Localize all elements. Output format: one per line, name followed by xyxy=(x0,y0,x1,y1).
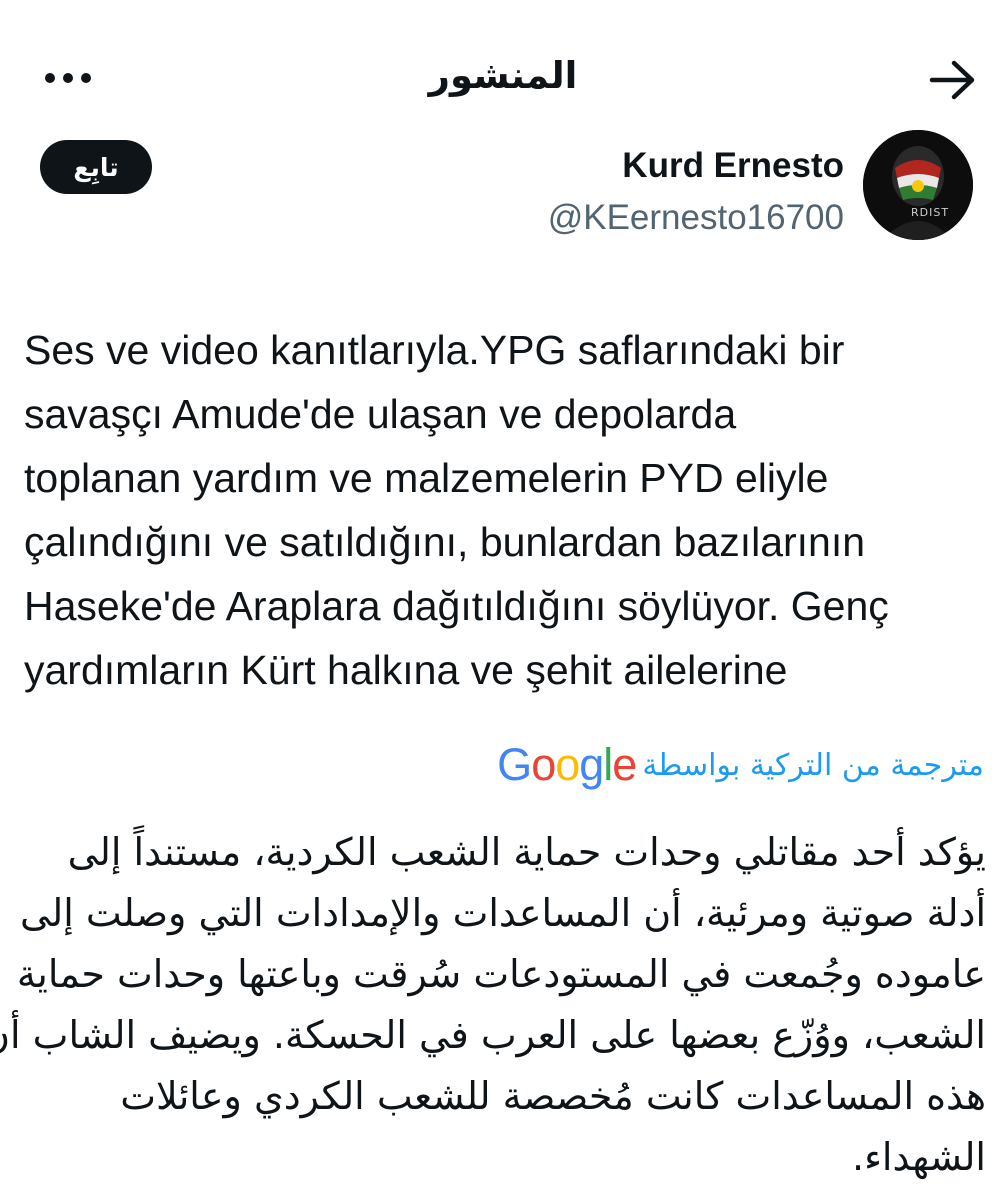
author-handle[interactable]: @KEernesto16700 xyxy=(548,198,844,238)
avatar[interactable]: RDIST xyxy=(863,130,973,240)
google-logo-letter: o xyxy=(531,739,556,790)
translated-text-line: عاموده وجُمعت في المستودعات سُرقت وباعته… xyxy=(16,952,986,996)
translated-text-line: يؤكد أحد مقاتلي وحدات حماية الشعب الكردي… xyxy=(67,830,986,874)
translated-text: يؤكد أحد مقاتلي وحدات حماية الشعب الكردي… xyxy=(0,822,986,1188)
google-logo-letter: G xyxy=(497,739,532,790)
google-logo: Google xyxy=(497,739,637,791)
page-title: المنشور xyxy=(428,54,578,97)
post-text-line: yardımların Kürt halkına ve şehit ailele… xyxy=(24,647,788,693)
post-text-line: toplanan yardım ve malzemelerin PYD eliy… xyxy=(24,455,829,501)
post-text-line: çalındığını ve satıldığını, bunlardan ba… xyxy=(24,519,866,565)
post-text-line: savaşçı Amude'de ulaşan ve depolarda xyxy=(24,391,737,437)
avatar-image: RDIST xyxy=(863,130,973,240)
arrow-right-icon xyxy=(929,60,975,100)
ellipsis-icon xyxy=(45,73,91,83)
back-button[interactable] xyxy=(928,58,978,102)
translated-text-line: هذه المساعدات كانت مُخصصة للشعب الكردي و… xyxy=(120,1074,986,1118)
translated-from-label: مترجمة من التركية بواسطة xyxy=(642,747,984,783)
post-text: Ses ve video kanıtlarıyla.YPG saflarında… xyxy=(24,318,984,702)
google-logo-letter: e xyxy=(612,739,637,790)
translated-text-line: أدلة صوتية ومرئية، أن المساعدات والإمداد… xyxy=(19,891,986,935)
author-display-name[interactable]: Kurd Ernesto xyxy=(622,146,844,186)
post-text-line: Ses ve video kanıtlarıyla.YPG saflarında… xyxy=(24,327,845,373)
translation-attribution[interactable]: مترجمة من التركية بواسطة Google xyxy=(497,739,984,791)
top-bar: المنشور xyxy=(0,0,1006,150)
more-options-button[interactable] xyxy=(38,58,98,98)
translated-text-line: الشعب، ووُزّع بعضها على العرب في الحسكة.… xyxy=(0,1013,986,1057)
google-logo-letter: g xyxy=(579,739,604,790)
google-logo-letter: o xyxy=(555,739,580,790)
translated-text-line: الشهداء. xyxy=(851,1135,986,1179)
avatar-text: RDIST xyxy=(911,206,949,219)
follow-button[interactable]: تابِع xyxy=(40,140,152,194)
google-logo-letter: l xyxy=(603,739,613,790)
post-text-line: Haseke'de Araplara dağıtıldığını söylüyo… xyxy=(24,583,889,629)
